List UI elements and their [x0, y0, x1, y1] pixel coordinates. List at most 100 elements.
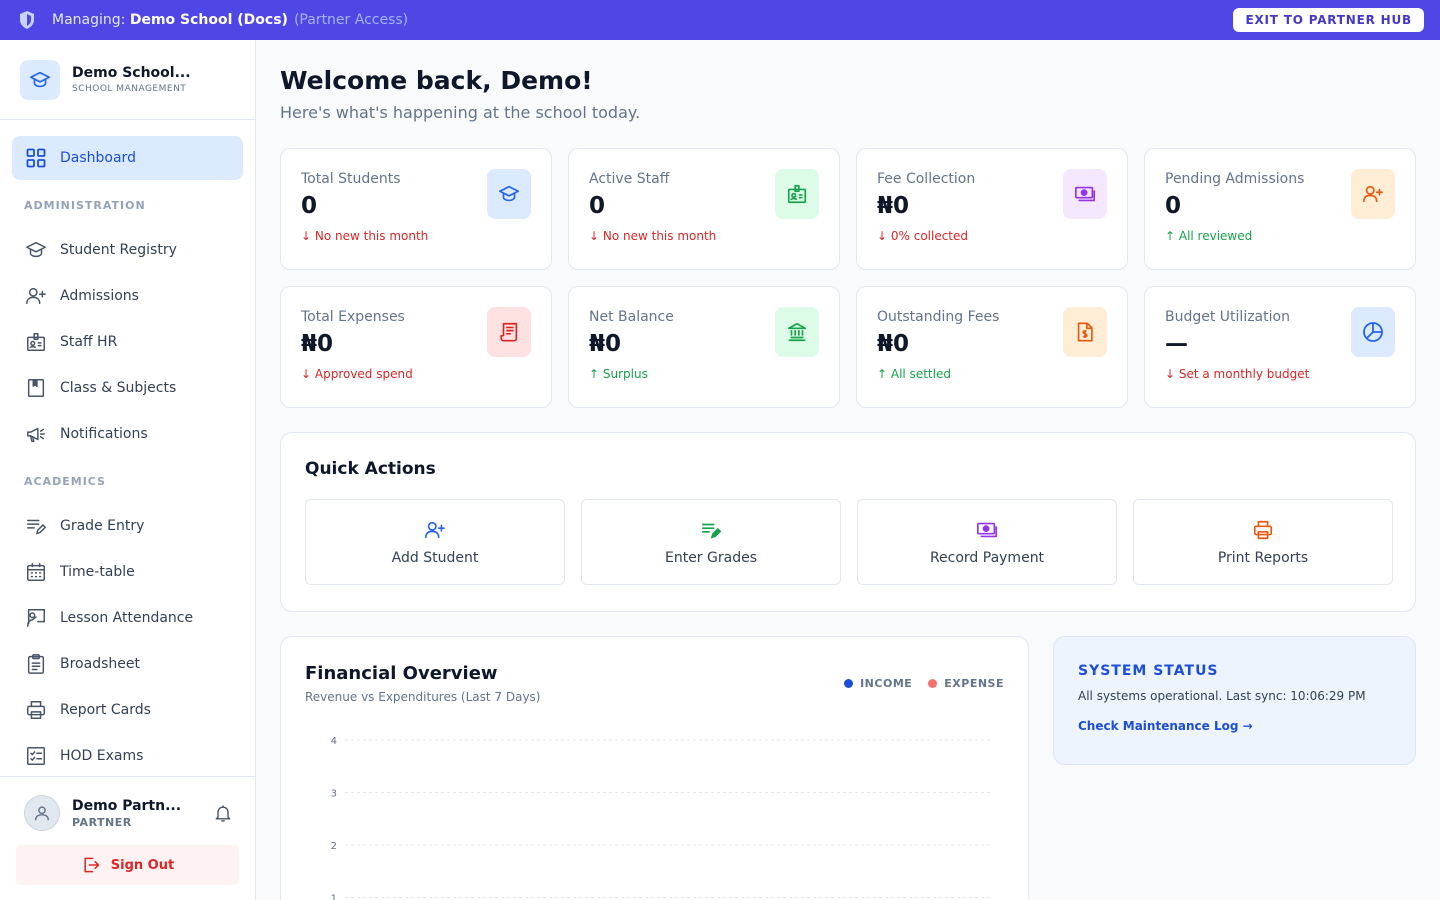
stat-trend: ↓ 0% collected [877, 229, 969, 243]
financial-subtitle: Revenue vs Expenditures (Last 7 Days) [305, 690, 541, 704]
printer-icon [24, 698, 48, 722]
avatar [24, 795, 60, 831]
sidebar-item-report-cards[interactable]: Report Cards [12, 688, 243, 732]
cash-icon [1063, 169, 1107, 219]
book-icon [24, 376, 48, 400]
y-tick-label: 4 [331, 736, 337, 747]
sign-out-label: Sign Out [110, 857, 175, 873]
quick-actions-title: Quick Actions [305, 459, 436, 479]
stat-trend: ↓ No new this month [589, 229, 717, 243]
stat-trend: ↑ All reviewed [1165, 229, 1253, 243]
legend-expense[interactable]: EXPENSE [928, 677, 1004, 690]
id-badge-icon [24, 330, 48, 354]
logout-icon [84, 857, 100, 873]
graduation-cap-icon [24, 238, 48, 262]
quick-action-label: Print Reports [1217, 550, 1309, 566]
print-reports-button[interactable]: Print Reports [1133, 499, 1393, 585]
sidebar-item-label: Broadsheet [60, 656, 140, 672]
sidebar-item-label: Notifications [60, 426, 148, 442]
stats-grid: Total Students 0 ↓ No new this month Act… [280, 148, 1416, 408]
user-plus-icon [1351, 169, 1395, 219]
bank-icon [775, 307, 819, 357]
stat-trend: ↓ Approved spend [301, 367, 413, 381]
brand[interactable]: Demo School... SCHOOL MANAGEMENT [0, 40, 255, 120]
receipt-icon [487, 307, 531, 357]
stat-card-outstanding-fees[interactable]: Outstanding Fees ₦0 ↑ All settled [856, 286, 1128, 408]
user-name: Demo Partn... [72, 797, 182, 814]
sidebar-item-student-registry[interactable]: Student Registry [12, 228, 243, 272]
legend-income-label: INCOME [860, 677, 913, 690]
presenter-icon [24, 606, 48, 630]
section-administration: ADMINISTRATION [24, 198, 146, 212]
legend-expense-label: EXPENSE [944, 677, 1004, 690]
shield-icon [18, 10, 38, 30]
y-tick-label: 3 [331, 789, 337, 800]
system-status-message: All systems operational. Last sync: 10:0… [1078, 689, 1366, 703]
stat-card-pending-admissions[interactable]: Pending Admissions 0 ↑ All reviewed [1144, 148, 1416, 270]
system-status-title: SYSTEM STATUS [1078, 663, 1219, 679]
sidebar: Demo School... SCHOOL MANAGEMENT Dashboa… [0, 40, 256, 900]
sign-out-button[interactable]: Sign Out [16, 845, 239, 885]
expense-dot [928, 679, 938, 688]
sidebar-item-label: Time-table [60, 564, 135, 580]
managing-label: Managing: [52, 12, 126, 28]
stat-card-total-students[interactable]: Total Students 0 ↓ No new this month [280, 148, 552, 270]
sidebar-item-broadsheet[interactable]: Broadsheet [12, 642, 243, 686]
enter-grades-button[interactable]: Enter Grades [581, 499, 841, 585]
stat-trend: ↓ No new this month [301, 229, 429, 243]
pen-list-icon [699, 518, 723, 542]
section-academics: ACADEMICS [24, 474, 106, 488]
legend-income[interactable]: INCOME [844, 677, 912, 690]
bottom-row: Financial Overview Revenue vs Expenditur… [280, 636, 1416, 900]
user-profile[interactable]: Demo Partn... PARTNER [16, 793, 239, 833]
quick-actions-panel: Quick Actions Add Student Enter Grades R… [280, 432, 1416, 612]
sidebar-item-lesson-attendance[interactable]: Lesson Attendance [12, 596, 243, 640]
brand-subtitle: SCHOOL MANAGEMENT [72, 84, 187, 94]
stat-trend: ↓ Set a monthly budget [1165, 367, 1310, 381]
sidebar-item-time-table[interactable]: Time-table [12, 550, 243, 594]
id-badge-icon [775, 169, 819, 219]
stat-card-active-staff[interactable]: Active Staff 0 ↓ No new this month [568, 148, 840, 270]
stat-card-budget-utilization[interactable]: Budget Utilization — ↓ Set a monthly bud… [1144, 286, 1416, 408]
school-name: Demo School (Docs) [129, 12, 288, 28]
sidebar-item-label: Lesson Attendance [60, 610, 194, 626]
financial-overview-panel: Financial Overview Revenue vs Expenditur… [280, 636, 1029, 900]
stat-card-fee-collection[interactable]: Fee Collection ₦0 ↓ 0% collected [856, 148, 1128, 270]
stat-card-total-expenses[interactable]: Total Expenses ₦0 ↓ Approved spend [280, 286, 552, 408]
maintenance-log-link[interactable]: Check Maintenance Log → [1078, 719, 1391, 733]
chart-legend: INCOME EXPENSE [828, 677, 1004, 690]
income-dot [844, 679, 854, 688]
bell-icon[interactable] [213, 803, 233, 823]
stat-card-net-balance[interactable]: Net Balance ₦0 ↑ Surplus [568, 286, 840, 408]
sidebar-item-staff-hr[interactable]: Staff HR [12, 320, 243, 364]
record-payment-button[interactable]: Record Payment [857, 499, 1117, 585]
financial-chart: 4 3 2 1 [331, 736, 990, 900]
sidebar-item-class-subjects[interactable]: Class & Subjects [12, 366, 243, 410]
sidebar-item-notifications[interactable]: Notifications [12, 412, 243, 456]
partner-banner: Managing: Demo School (Docs) (Partner Ac… [0, 0, 1440, 40]
sidebar-item-admissions[interactable]: Admissions [12, 274, 243, 318]
user-role: PARTNER [72, 815, 132, 829]
sidebar-item-label: Admissions [60, 288, 139, 304]
y-tick-label: 1 [331, 894, 337, 900]
system-status-panel: SYSTEM STATUS All systems operational. L… [1053, 636, 1416, 765]
sidebar-item-grade-entry[interactable]: Grade Entry [12, 504, 243, 548]
stat-trend: ↑ All settled [877, 367, 951, 381]
sidebar-item-label: Student Registry [60, 242, 177, 258]
page-title: Welcome back, Demo! [280, 66, 593, 95]
sidebar-item-hod-exams[interactable]: HOD Exams [12, 734, 243, 778]
cash-icon [975, 518, 999, 542]
sidebar-item-label: Dashboard [60, 150, 136, 166]
user-plus-icon [423, 518, 447, 542]
add-student-button[interactable]: Add Student [305, 499, 565, 585]
quick-action-label: Add Student [391, 550, 479, 566]
sidebar-footer: Demo Partn... PARTNER Sign Out [0, 776, 255, 900]
sidebar-item-label: HOD Exams [60, 748, 144, 764]
calendar-icon [24, 560, 48, 584]
invoice-icon [1063, 307, 1107, 357]
sidebar-item-dashboard[interactable]: Dashboard [12, 136, 243, 180]
grid-icon [24, 146, 48, 170]
exit-partner-hub-button[interactable]: EXIT TO PARTNER HUB [1233, 8, 1424, 32]
page-subtitle: Here's what's happening at the school to… [280, 103, 641, 122]
stat-trend: ↑ Surplus [589, 367, 648, 381]
